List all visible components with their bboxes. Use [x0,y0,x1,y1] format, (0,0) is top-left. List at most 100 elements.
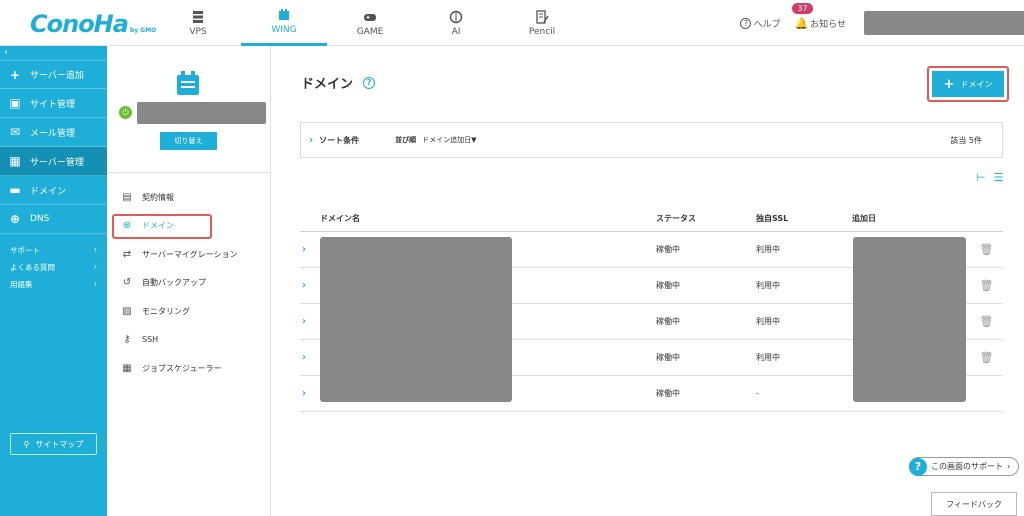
tab-vps[interactable]: VPS [155,0,241,46]
add-domain-highlight: + ドメイン [927,66,1009,102]
collapse-nav-icon[interactable]: ‹ [0,46,107,60]
tab-wing[interactable]: WING [241,0,327,46]
sub-label: サポート [10,246,40,255]
expand-chevron-icon[interactable]: › [300,244,320,255]
view-toggle: ⊢ ☰ [968,171,1003,184]
server-icon [193,10,203,23]
add-domain-button[interactable]: + ドメイン [932,71,1004,97]
contract-icon: ▤ [122,191,132,203]
trash-icon[interactable]: 🗑 [970,315,1003,328]
help-label: ヘルプ [753,19,781,30]
nav-server-manage[interactable]: ▦ サーバー管理 [0,147,107,176]
switch-server-button[interactable]: 切り替え [160,132,217,150]
page-title-text: ドメイン [301,77,354,92]
pencil-doc-icon [536,9,549,24]
subnav-backup[interactable]: ↺ 自動バックアップ [107,269,270,298]
subnav-monitoring[interactable]: ▨ モニタリング [107,297,270,326]
gamepad-icon [364,13,376,21]
row-ssl: 利用中 [756,281,780,290]
nav-label: DNS [30,214,50,224]
nav-faq[interactable]: よくある質問 › [0,259,107,276]
notice-link[interactable]: 37 🔔 お知らせ [792,2,846,30]
site-icon: ▣ [9,96,21,110]
account-menu-redacted[interactable] [864,11,1024,35]
nav-label: メール管理 [30,128,76,139]
help-link[interactable]: ? ヘルプ [740,17,780,30]
table-header: ドメイン名 ステータス 独自SSL 追加日 [300,206,1003,232]
expand-chevron-icon[interactable]: › [300,316,320,327]
col-ssl[interactable]: 独自SSL [756,213,852,224]
sort-order-label: 並び順 [395,136,417,144]
header-right: ? ヘルプ 37 🔔 お知らせ [740,0,1024,46]
logo-sub-text: by GMO [129,27,157,34]
left-nav: ‹ + サーバー追加 ▣ サイト管理 ✉ メール管理 ▦ サーバー管理 ▬ ドメ… [0,46,107,516]
nav-domain[interactable]: ▬ ドメイン [0,176,107,205]
col-added-date[interactable]: 追加日 [852,213,970,224]
page-support-button[interactable]: ? この画面のサポート › [909,457,1020,476]
col-domain-name[interactable]: ドメイン名 [320,213,656,224]
top-bar: ConoHa by GMO VPS WING GAME AI Pencil ? … [0,0,1024,46]
tab-game[interactable]: GAME [327,0,413,46]
help-icon: ? [740,17,752,29]
subnav-domain[interactable]: ⊕ ドメイン [107,212,270,241]
power-status-icon: ⏻ [119,106,132,119]
nav-label: サイト管理 [30,99,76,110]
sub-label: 用語集 [10,280,33,289]
wing-server-icon [177,71,199,95]
tab-ai[interactable]: AI [413,0,499,46]
trash-icon[interactable]: 🗑 [970,351,1003,364]
chevron-right-icon: › [309,134,314,146]
row-ssl: 利用中 [756,353,780,362]
tab-label: Pencil [528,26,556,37]
monitor-icon: ▨ [122,305,132,317]
row-status: 稼働中 [656,389,680,398]
chevron-right-icon: › [94,279,97,288]
nav-label: サーバー管理 [30,157,84,168]
expand-chevron-icon[interactable]: › [300,388,320,399]
row-ssl: 利用中 [756,245,780,254]
globe-icon: ⊕ [9,212,21,226]
row-status: 稼働中 [656,281,680,290]
sitemap-label: サイトマップ [35,439,84,449]
nav-support[interactable]: サポート › [0,242,107,259]
brain-icon [449,10,463,23]
notice-label: お知らせ [810,19,846,30]
highlight-box [112,213,212,239]
trash-icon[interactable]: 🗑 [970,243,1003,256]
nav-dns[interactable]: ⊕ DNS [0,205,107,234]
sitemap-button[interactable]: ⚲ サイトマップ [10,433,97,455]
row-ssl: 利用中 [756,317,780,326]
subnav-migration[interactable]: ⇄ サーバーマイグレーション [107,240,270,269]
sort-order-select[interactable]: ドメイン追加日▼ [422,135,476,145]
subnav-scheduler[interactable]: ▦ ジョブスケジューラー [107,354,270,383]
trash-icon[interactable]: 🗑 [970,279,1003,292]
nav-glossary[interactable]: 用語集 › [0,276,107,293]
list-view-icon[interactable]: ☰ [994,171,1004,184]
nav-site-manage[interactable]: ▣ サイト管理 [0,89,107,118]
conoha-logo[interactable]: ConoHa by GMO [30,8,156,38]
support-label: この画面のサポート [931,462,1003,471]
tab-pencil[interactable]: Pencil [499,0,585,46]
subnav-contract[interactable]: ▤ 契約情報 [107,183,270,212]
chevron-right-icon: › [94,245,97,254]
nav-add-server[interactable]: + サーバー追加 [0,60,107,89]
add-domain-label: ドメイン [960,79,993,89]
row-status: 稼働中 [656,245,680,254]
feedback-button[interactable]: フィードバック [931,492,1017,516]
service-nav: VPS WING GAME AI Pencil [155,0,585,46]
nav-mail-manage[interactable]: ✉ メール管理 [0,118,107,147]
col-status[interactable]: ステータス [656,213,756,224]
logo-text: ConoHa [30,10,129,38]
expand-chevron-icon[interactable]: › [300,280,320,291]
tree-view-icon[interactable]: ⊢ [976,171,986,184]
plus-icon: + [943,76,955,92]
expand-chevron-icon[interactable]: › [300,352,320,363]
sort-bar[interactable]: › ソート条件 並び順 ドメイン追加日▼ 該当 5件 [300,122,1003,158]
nav-label: ドメイン [30,186,67,197]
subnav-ssh[interactable]: ⚷ SSH [107,326,270,355]
help-circle-icon[interactable]: ? [363,76,376,89]
server-name-redacted [137,102,266,124]
sort-label: ソート条件 [319,135,360,145]
mail-icon: ✉ [9,125,21,139]
key-icon: ⚷ [123,334,131,346]
